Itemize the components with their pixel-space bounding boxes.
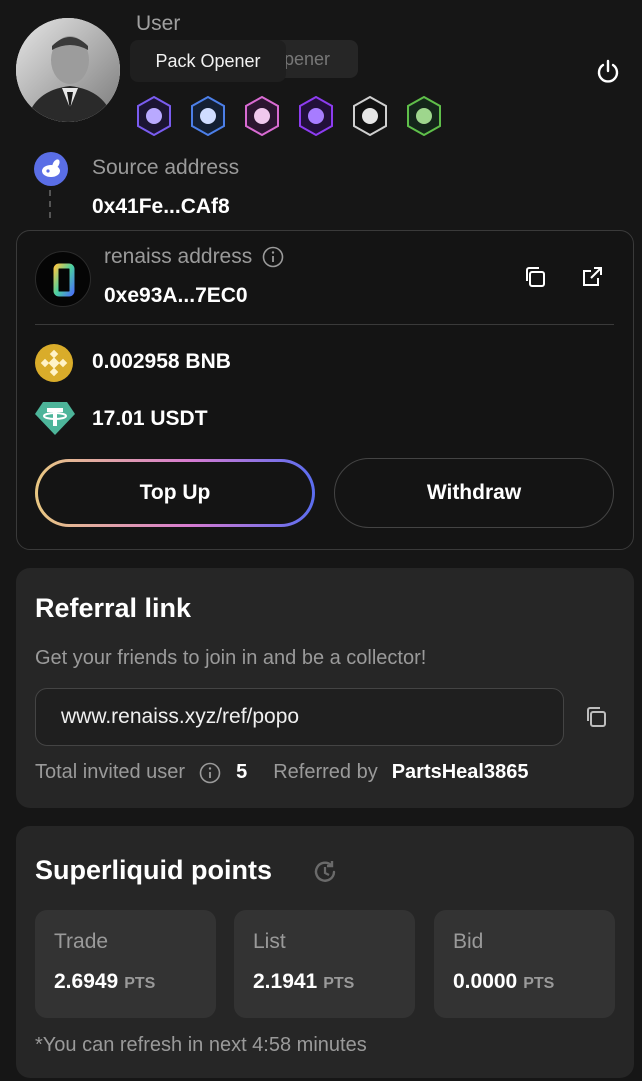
- power-icon[interactable]: [594, 58, 622, 86]
- refresh-note: *You can refresh in next 4:58 minutes: [35, 1034, 367, 1056]
- top-up-button[interactable]: Top Up: [35, 459, 315, 527]
- trade-value-number: 2.6949: [54, 970, 119, 993]
- usdt-balance: 17.01 USDT: [92, 407, 208, 430]
- bid-points-box: Bid 0.0000 PTS: [434, 910, 615, 1018]
- referral-stats: Total invited user 5 Referred by PartsHe…: [35, 761, 617, 784]
- tooltip: Pack Opener: [130, 40, 286, 82]
- referral-subtitle: Get your friends to join in and be a col…: [35, 647, 427, 669]
- list-label: List: [253, 930, 286, 953]
- info-icon[interactable]: [262, 246, 284, 268]
- bid-unit: PTS: [523, 975, 555, 992]
- avatar-portrait-icon: [16, 18, 120, 122]
- bnb-balance: 0.002958 BNB: [92, 350, 231, 373]
- renaiss-address-label: renaiss address: [104, 245, 284, 269]
- info-icon[interactable]: [199, 762, 221, 784]
- badge-list: [136, 96, 442, 136]
- trade-unit: PTS: [124, 975, 156, 992]
- divider: [35, 324, 614, 325]
- badge-icon[interactable]: [136, 96, 172, 136]
- connector-line: [49, 190, 51, 218]
- bnb-icon: [35, 344, 73, 382]
- trade-points-box: Trade 2.6949 PTS: [35, 910, 216, 1018]
- badge-icon[interactable]: [190, 96, 226, 136]
- source-address-value: 0x41Fe...CAf8: [92, 195, 230, 218]
- referral-link-field[interactable]: www.renaiss.xyz/ref/popo: [35, 688, 564, 746]
- badge-icon[interactable]: [244, 96, 280, 136]
- renaiss-logo-icon: [35, 251, 91, 307]
- renaiss-address-value: 0xe93A...7EC0: [104, 284, 248, 307]
- trade-value: 2.6949 PTS: [54, 970, 155, 994]
- copy-icon[interactable]: [523, 265, 547, 289]
- badge-icon[interactable]: [352, 96, 388, 136]
- user-label: User: [136, 12, 181, 35]
- trade-label: Trade: [54, 930, 109, 953]
- list-value-number: 2.1941: [253, 970, 318, 993]
- invited-label: Total invited user: [35, 761, 186, 783]
- top-up-button-label: Top Up: [38, 462, 312, 524]
- referred-by-label: Referred by: [273, 761, 378, 783]
- source-address-label: Source address: [92, 156, 240, 179]
- points-title: Superliquid points: [35, 855, 272, 885]
- referred-by-value: PartsHeal3865: [391, 761, 529, 783]
- list-points-box: List 2.1941 PTS: [234, 910, 415, 1018]
- bid-value: 0.0000 PTS: [453, 970, 554, 994]
- external-link-icon[interactable]: [580, 265, 604, 289]
- badge-icon[interactable]: [298, 96, 334, 136]
- copy-icon[interactable]: [584, 705, 608, 729]
- bid-value-number: 0.0000: [453, 970, 518, 993]
- referral-title: Referral link: [35, 593, 192, 623]
- source-wallet-icon: [34, 152, 68, 186]
- list-unit: PTS: [323, 975, 355, 992]
- usdt-icon: [35, 402, 75, 435]
- avatar[interactable]: [16, 18, 120, 122]
- badge-icon[interactable]: [406, 96, 442, 136]
- withdraw-button[interactable]: Withdraw: [334, 458, 614, 528]
- bid-label: Bid: [453, 930, 484, 953]
- list-value: 2.1941 PTS: [253, 970, 354, 994]
- refresh-icon[interactable]: [311, 858, 339, 886]
- renaiss-address-label-text: renaiss address: [104, 245, 253, 268]
- invited-count: 5: [236, 761, 248, 783]
